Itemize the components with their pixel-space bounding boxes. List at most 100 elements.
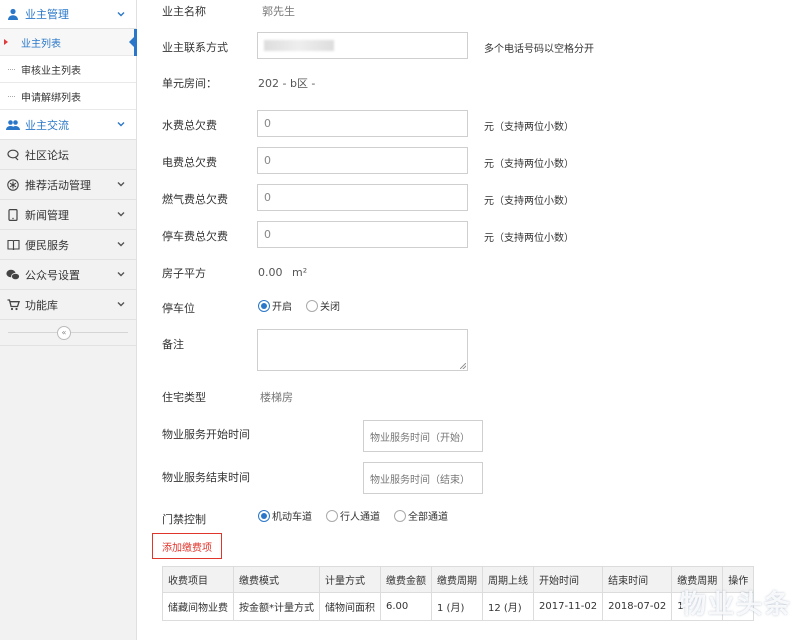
chevron-down-icon [117,122,125,127]
user-icon [6,7,20,21]
book-icon [6,238,20,252]
col-header: 开始时间 [532,566,604,593]
table-cell: 1 (月) [431,592,483,621]
col-header: 缴费周期 [431,566,483,593]
table-row: 储藏间物业费 按金额*计量方式 储物间面积 6.00 1 (月) 12 (月) … [162,592,755,621]
parking-on-radio[interactable]: 开启 [258,298,292,313]
tree-line [8,69,15,70]
sidebar-item-unbind-request-list[interactable]: 申请解绑列表 [0,83,136,110]
electricity-fee-label: 电费总欠费 [162,156,217,169]
table-cell: 12 (月) [482,592,534,621]
chat-icon [6,148,20,162]
table-cell: 储物间面积 [319,592,381,621]
chevron-down-icon [117,302,125,307]
col-header: 结束时间 [602,566,673,593]
contact-hint: 多个电话号码以空格分开 [484,44,594,55]
water-fee-value: 0 [264,117,271,130]
active-marker-icon [4,39,8,45]
sidebar-group-label: 功能库 [25,298,58,312]
service-start-placeholder: 物业服务时间（开始） [370,432,470,444]
active-notch [129,37,134,47]
tree-line [8,96,15,97]
parking-fee-input[interactable]: 0 [257,221,468,248]
table-cell: 2017-11-02 [532,592,604,621]
gas-fee-input[interactable]: 0 [257,184,468,211]
area-unit: m² [292,266,308,279]
sidebar-group-community-forum[interactable]: 社区论坛 [0,140,136,170]
sidebar-group-official-account-settings[interactable]: 公众号设置 [0,260,136,290]
radio-dot [258,299,270,312]
radio-label: 机动车道 [272,512,312,523]
service-start-input[interactable]: 物业服务时间（开始） [363,420,483,452]
gas-fee-label: 燃气费总欠费 [162,193,228,206]
area-label: 房子平方 [162,267,206,280]
active-indicator [134,29,137,56]
sidebar-group-activity-management[interactable]: 推荐活动管理 [0,170,136,200]
sidebar-collapse-row: « [0,320,136,346]
chevron-down-icon [117,212,125,217]
service-end-label: 物业服务结束时间 [162,471,250,484]
electricity-fee-input[interactable]: 0 [257,147,468,174]
service-end-placeholder: 物业服务时间（结束） [370,474,470,486]
sidebar-item-review-owner-list[interactable]: 审核业主列表 [0,56,136,83]
sidebar-group-convenience-service[interactable]: 便民服务 [0,230,136,260]
table-cell: 6.00 [380,592,432,621]
redacted-phone [264,40,334,51]
sidebar-item-label: 业主列表 [21,38,61,50]
chevron-down-icon [117,12,125,17]
water-fee-input[interactable]: 0 [257,110,468,137]
unit-value: 202 - b区 - [258,77,316,90]
sidebar-group-label: 推荐活动管理 [25,178,91,192]
col-header: 缴费模式 [233,566,320,593]
sidebar-item-owner-list[interactable]: 业主列表 [0,29,137,56]
chevron-down-icon [117,242,125,247]
watermark: 物业头条 [680,590,793,620]
sidebar-group-label: 公众号设置 [25,268,80,282]
chevron-down-icon [117,272,125,277]
col-header: 周期上线 [482,566,534,593]
radio-dot [394,509,406,522]
sidebar-group-label: 社区论坛 [25,148,69,162]
remark-textarea[interactable] [257,329,468,371]
table-cell: 储藏间物业费 [162,592,234,621]
sidebar-group-function-library[interactable]: 功能库 [0,290,136,320]
radio-dot [326,509,338,522]
gate-control-radio-group: 机动车道 行人通道 全部通道 [258,508,462,523]
tablet-icon [6,208,20,222]
house-type-label: 住宅类型 [162,391,206,404]
sidebar-group-news-management[interactable]: 新闻管理 [0,200,136,230]
service-end-input[interactable]: 物业服务时间（结束） [363,462,483,494]
radio-dot [306,299,318,312]
gate-pedestrian-radio[interactable]: 行人通道 [326,508,380,523]
gate-vehicle-radio[interactable]: 机动车道 [258,508,312,523]
sidebar-group-owner-exchange[interactable]: 业主交流 [0,110,136,140]
wechat-icon [6,268,20,282]
parking-fee-value: 0 [264,228,271,241]
water-fee-hint: 元（支持两位小数） [484,122,574,133]
table-cell: 2018-07-02 [602,592,673,621]
radio-label: 开启 [272,302,292,313]
sidebar-group-owner-management[interactable]: 业主管理 [0,0,136,29]
electricity-fee-value: 0 [264,154,271,167]
table-header-row: 收费项目 缴费模式 计量方式 缴费金额 缴费周期 周期上线 开始时间 结束时间 … [162,566,755,593]
sidebar-item-label: 申请解绑列表 [21,92,81,104]
chevron-down-icon [117,182,125,187]
electricity-fee-hint: 元（支持两位小数） [484,159,574,170]
house-type-value: 楼梯房 [260,391,293,404]
parking-fee-hint: 元（支持两位小数） [484,233,574,244]
contact-input[interactable] [257,32,468,59]
gate-all-radio[interactable]: 全部通道 [394,508,448,523]
sidebar: 业主管理 业主列表 审核业主列表 申请解绑列表 业主交流 社区论坛 推荐活动管理… [0,0,137,640]
remark-label: 备注 [162,338,184,351]
parking-fee-label: 停车费总欠费 [162,230,228,243]
add-fee-item-button[interactable]: 添加缴费项 [152,533,222,559]
area-value: 0.00 [258,266,283,279]
parking-off-radio[interactable]: 关闭 [306,298,340,313]
fee-table: 收费项目 缴费模式 计量方式 缴费金额 缴费周期 周期上线 开始时间 结束时间 … [162,566,755,621]
collapse-sidebar-button[interactable]: « [57,326,71,340]
owner-name-label: 业主名称 [162,5,206,18]
unit-label: 单元房间： [162,77,217,90]
resize-handle-icon[interactable] [460,363,466,369]
col-header: 计量方式 [319,566,381,593]
radio-label: 关闭 [320,302,340,313]
